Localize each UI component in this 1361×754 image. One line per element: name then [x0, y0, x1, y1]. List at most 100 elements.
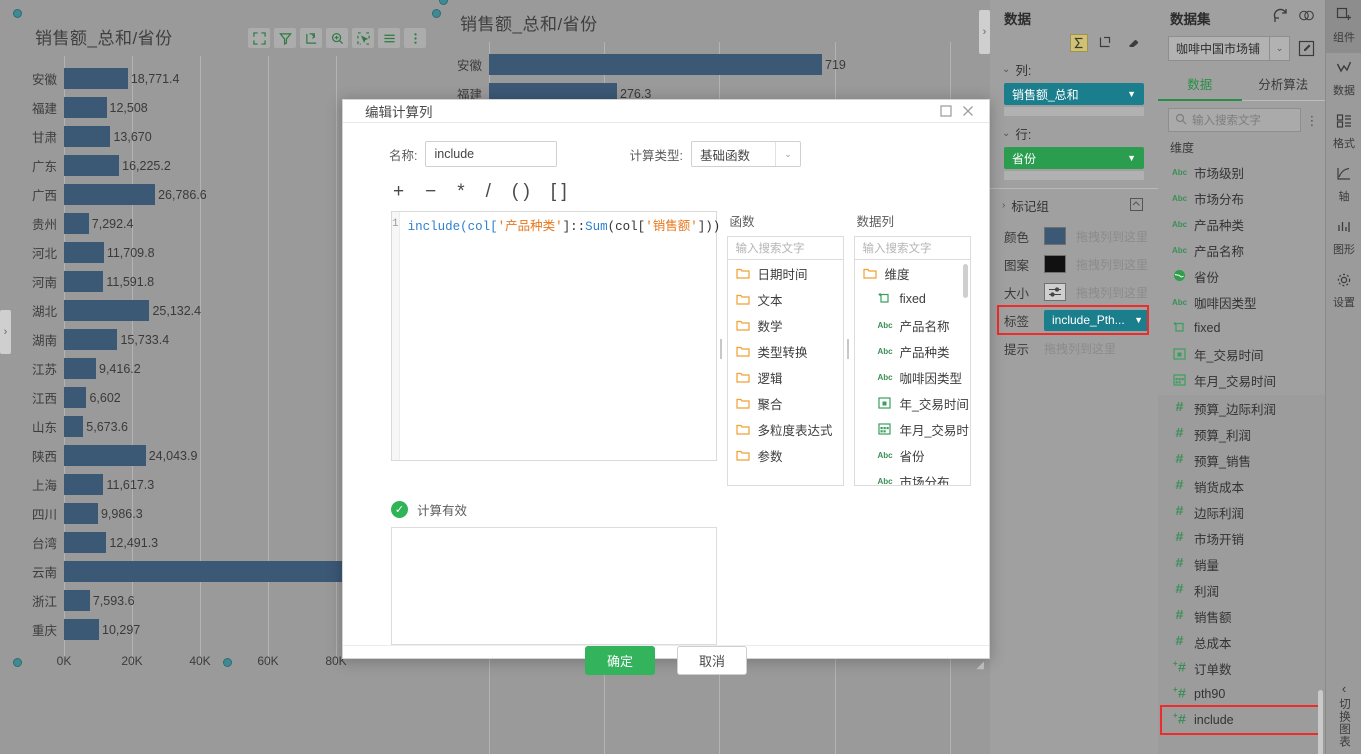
field-item[interactable]: fixed [1158, 315, 1325, 341]
datacol-splitter[interactable] [844, 211, 852, 486]
refresh-icon[interactable] [1272, 7, 1289, 29]
field-item[interactable]: #总成本 [1158, 629, 1325, 655]
pattern-swatch-icon[interactable] [1044, 255, 1066, 273]
bar[interactable] [64, 474, 103, 495]
field-item[interactable]: 年_交易时间 [1158, 341, 1325, 367]
bar[interactable] [64, 271, 103, 292]
datacol-group[interactable]: 维度 [855, 260, 970, 286]
cancel-button[interactable]: 取消 [677, 646, 747, 675]
bar[interactable] [64, 213, 89, 234]
datacol-list-item[interactable]: Abc咖啡因类型 [855, 364, 970, 390]
datacol-list-item[interactable]: Abc产品名称 [855, 312, 970, 338]
close-icon[interactable] [957, 100, 979, 122]
field-item[interactable]: #销售额 [1158, 603, 1325, 629]
field-item[interactable]: #销量 [1158, 551, 1325, 577]
field-item[interactable]: Abc产品名称 [1158, 237, 1325, 263]
chevron-down-icon[interactable]: ▼ [1134, 315, 1143, 325]
function-list-item[interactable]: 数学 [728, 312, 843, 338]
rail-item-数据[interactable]: 数据 [1326, 53, 1361, 106]
chevron-down-icon[interactable]: ▼ [1127, 153, 1136, 163]
datacol-list-item[interactable]: Abc市场分布 [855, 468, 970, 486]
size-slider-icon[interactable] [1044, 283, 1066, 301]
bar[interactable] [64, 503, 98, 524]
editor-splitter[interactable] [717, 211, 725, 486]
eraser-icon[interactable] [1124, 34, 1142, 52]
operator-button[interactable]: / [486, 181, 491, 203]
rail-item-组件[interactable]: 组件 [1326, 0, 1361, 53]
function-list-item[interactable]: 聚合 [728, 390, 843, 416]
field-item[interactable]: #预算_销售 [1158, 447, 1325, 473]
sigma-icon[interactable] [1070, 34, 1088, 52]
bar[interactable] [64, 68, 128, 89]
datacol-list[interactable]: 维度fixedAbc产品名称Abc产品种类Abc咖啡因类型年_交易时间年月_交易… [854, 260, 971, 486]
bar[interactable] [64, 387, 86, 408]
field-item[interactable]: 省份 [1158, 263, 1325, 289]
fields-scrollbar[interactable] [1318, 690, 1323, 754]
zoom-icon[interactable] [326, 28, 348, 48]
select-icon[interactable] [352, 28, 374, 48]
datacol-list-item[interactable]: fixed [855, 286, 970, 312]
tab-分析算法[interactable]: 分析算法 [1242, 69, 1326, 101]
tab-数据[interactable]: 数据 [1158, 69, 1242, 101]
operator-button[interactable]: − [425, 181, 436, 203]
bar[interactable] [64, 416, 83, 437]
bar[interactable] [64, 532, 106, 553]
operator-button[interactable]: + [393, 181, 404, 203]
function-list-item[interactable]: 参数 [728, 442, 843, 468]
datacol-list-item[interactable]: Abc产品种类 [855, 338, 970, 364]
bar[interactable] [64, 126, 110, 147]
bar[interactable] [489, 54, 822, 75]
bar[interactable] [64, 561, 365, 582]
field-item[interactable]: #销货成本 [1158, 473, 1325, 499]
rail-item-格式[interactable]: 格式 [1326, 106, 1361, 159]
dataset-selector-row[interactable]: 咖啡中国市场铺 ⌄ [1158, 29, 1325, 61]
mark-pill[interactable]: include_Pth...▼ [1044, 310, 1148, 331]
resize-handle-tr[interactable] [432, 9, 441, 18]
more-vertical-icon[interactable]: ⋮ [1305, 114, 1319, 127]
operator-button[interactable]: [ ] [551, 181, 567, 203]
rows-pill[interactable]: 省份 ▼ [1004, 147, 1144, 169]
bar[interactable] [64, 242, 104, 263]
field-item[interactable]: +#订单数 [1158, 655, 1325, 681]
function-list-item[interactable]: 日期时间 [728, 260, 843, 286]
fullscreen-icon[interactable] [248, 28, 270, 48]
bar[interactable] [64, 97, 107, 118]
function-list-item[interactable]: 文本 [728, 286, 843, 312]
rail-item-轴[interactable]: 轴 [1326, 159, 1361, 212]
columns-section-header[interactable]: ⌄ 列: [990, 52, 1158, 83]
mark-drop-placeholder[interactable]: 拖拽列到这里 [1044, 340, 1116, 357]
field-item[interactable]: +#pth90 [1158, 681, 1325, 707]
bar[interactable] [64, 184, 155, 205]
left-expand-arrow[interactable]: › [0, 310, 11, 354]
function-list-item[interactable]: 逻辑 [728, 364, 843, 390]
ok-button[interactable]: 确定 [585, 646, 655, 675]
filter-icon[interactable] [274, 28, 296, 48]
mark-drop-placeholder[interactable]: 拖拽列到这里 [1076, 284, 1148, 301]
resize-grip-icon[interactable]: ◢ [976, 660, 984, 671]
field-item[interactable]: Abc产品种类 [1158, 211, 1325, 237]
bar[interactable] [64, 329, 117, 350]
more-icon[interactable] [404, 28, 426, 48]
rail-bottom[interactable]: ‹ 切换图表 [1326, 681, 1361, 748]
field-item[interactable]: Abc市场级别 [1158, 159, 1325, 185]
field-item[interactable]: #边际利润 [1158, 499, 1325, 525]
resize-handle-bl[interactable] [13, 658, 22, 667]
field-item[interactable]: Abc市场分布 [1158, 185, 1325, 211]
function-search-input[interactable]: 输入搜索文字 [727, 236, 844, 260]
name-input[interactable]: include [425, 141, 557, 167]
list-icon[interactable] [378, 28, 400, 48]
rail-item-图形[interactable]: 图形 [1326, 212, 1361, 265]
columns-pill[interactable]: 销售额_总和 ▼ [1004, 83, 1144, 105]
swap-axis-icon[interactable] [1097, 34, 1115, 52]
bar[interactable] [64, 155, 119, 176]
chevron-down-icon[interactable]: ⌄ [775, 142, 800, 166]
field-item[interactable]: #利润 [1158, 577, 1325, 603]
link-icon[interactable] [1298, 7, 1315, 29]
datacol-search-input[interactable]: 输入搜索文字 [854, 236, 971, 260]
function-list-item[interactable]: 多粒度表达式 [728, 416, 843, 442]
columns-empty-slot[interactable] [1004, 107, 1144, 116]
search-input[interactable]: 输入搜索文字 [1168, 108, 1301, 132]
resize-handle-bc[interactable] [223, 658, 232, 667]
bar[interactable] [64, 300, 149, 321]
datacol-list-item[interactable]: 年_交易时间 [855, 390, 970, 416]
